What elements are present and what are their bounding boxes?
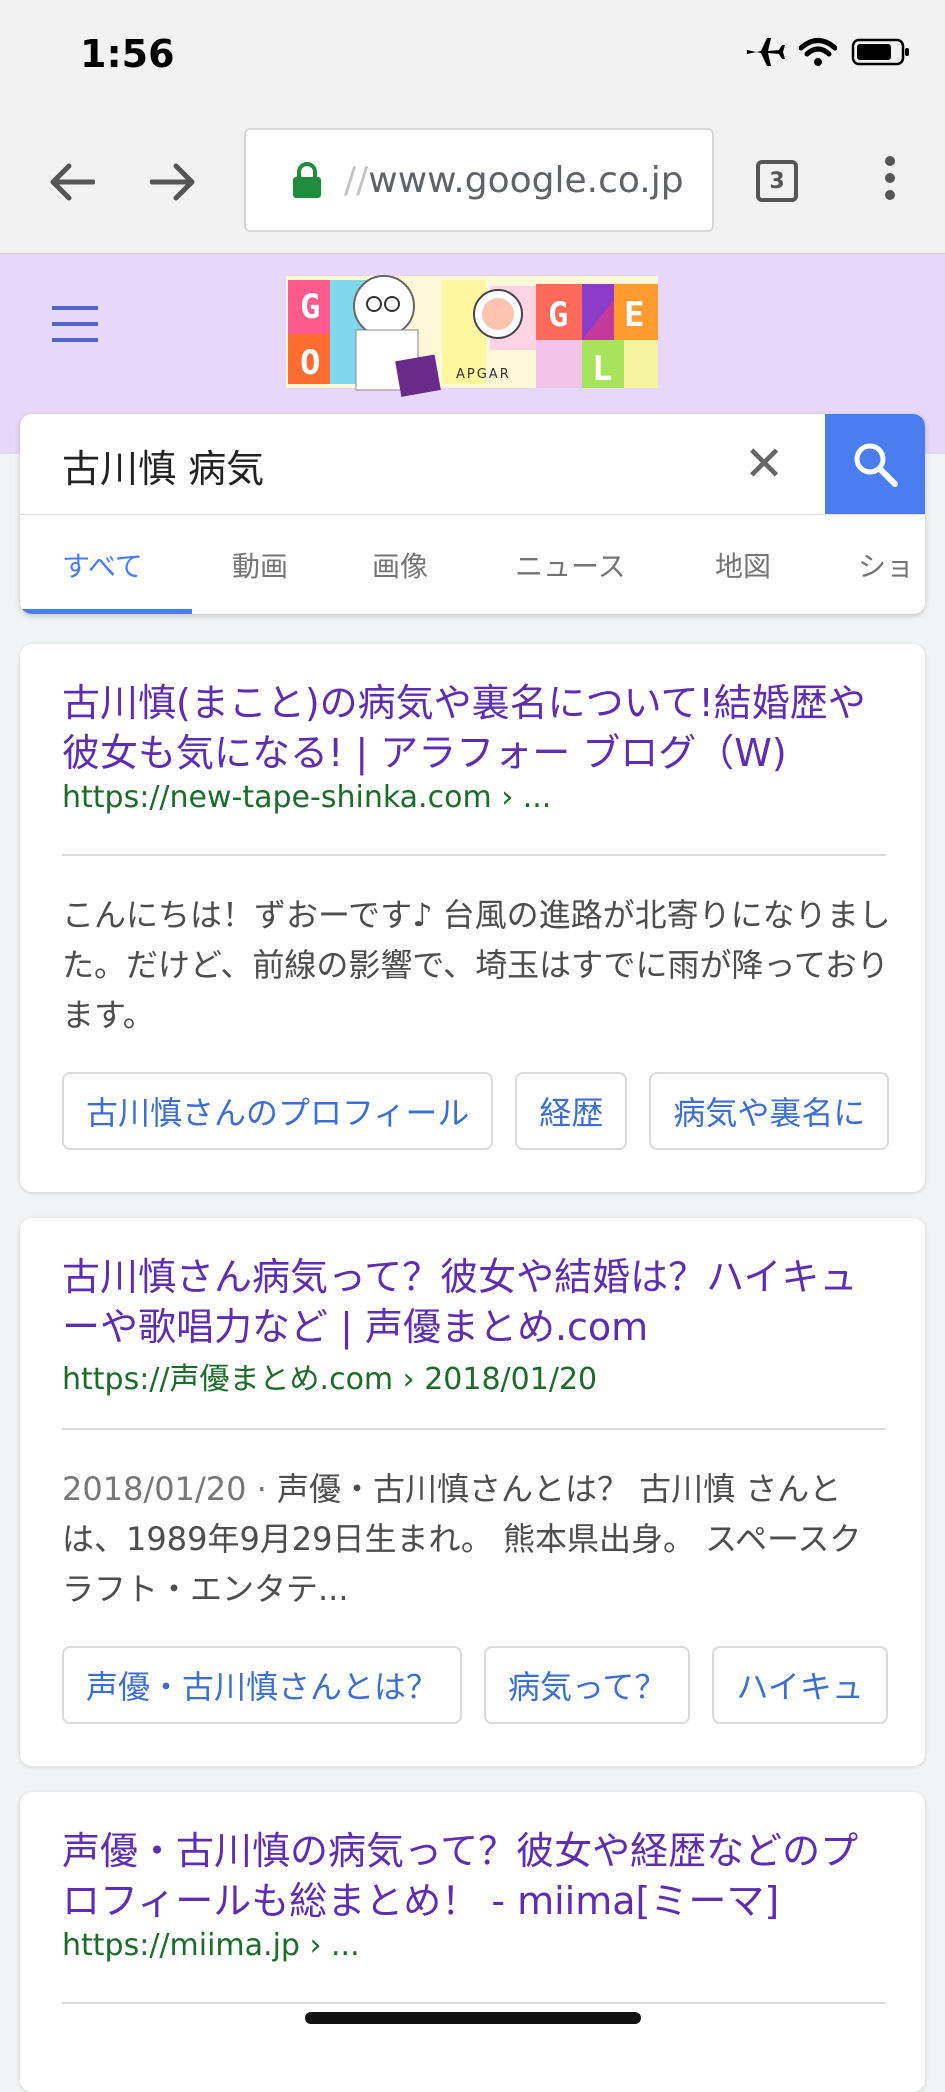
search-tabs: すべて 動画 画像 ニュース 地図 ショ	[20, 515, 925, 614]
url-text: //www.google.co.jp	[344, 159, 684, 201]
hamburger-menu-icon[interactable]	[52, 306, 98, 344]
tab-shopping[interactable]: ショ	[858, 545, 914, 585]
sitelink-chip[interactable]: 病気や裏名に	[649, 1072, 890, 1150]
svg-text:O: O	[300, 343, 320, 383]
browser-toolbar: //www.google.co.jp 3	[0, 110, 945, 254]
sitelink-chip[interactable]: 病気って？	[484, 1646, 691, 1724]
forward-button[interactable]	[145, 154, 201, 210]
arrow-right-icon	[150, 163, 195, 201]
home-indicator[interactable]	[305, 2012, 641, 2024]
tab-switcher-button[interactable]: 3	[756, 160, 798, 202]
search-result: 古川慎(まこと)の病気や裏名について!結婚歴や彼女も気になる! | アラフォー …	[20, 644, 925, 1192]
search-icon	[854, 443, 898, 487]
result-divider	[62, 1428, 886, 1430]
svg-text:APGAR: APGAR	[456, 367, 511, 382]
search-card: 古川慎 病気 ✕ すべて 動画 画像 ニュース 地図 ショ	[20, 414, 925, 614]
result-url[interactable]: https://声優まとめ.com › 2018/01/20	[62, 1354, 597, 1398]
wifi-icon	[799, 38, 837, 66]
tab-news[interactable]: ニュース	[515, 545, 626, 585]
clear-search-button[interactable]: ✕	[744, 436, 784, 492]
tab-videos[interactable]: 動画	[232, 545, 288, 585]
battery-icon	[851, 38, 909, 66]
result-title-link[interactable]: 古川慎さん病気って？彼女や結婚は？ハイキューや歌唱力など | 声優まとめ.com	[62, 1252, 892, 1352]
result-url[interactable]: https://miima.jp › ...	[62, 1928, 360, 1963]
status-time: 1:56	[80, 32, 175, 76]
sitelink-chip[interactable]: 古川慎さんのプロフィール	[62, 1072, 494, 1150]
svg-text:G: G	[300, 287, 320, 327]
lock-icon	[293, 162, 321, 198]
back-button[interactable]	[44, 154, 100, 210]
airplane-icon	[747, 38, 785, 66]
result-date: 2018/01/20 ·	[62, 1470, 277, 1508]
google-doodle[interactable]: G O G E L APGAR	[286, 266, 658, 402]
svg-text:L: L	[592, 349, 612, 389]
search-input[interactable]: 古川慎 病気	[62, 438, 264, 493]
search-result: 声優・古川慎の病気って？彼女や経歴などのプロフィールも総まとめ！ - miima…	[20, 1792, 925, 2092]
tab-all[interactable]: すべて	[62, 545, 143, 585]
active-tab-indicator	[20, 609, 192, 614]
result-sitelinks: 古川慎さんのプロフィール 経歴 病気や裏名に	[62, 1072, 890, 1150]
sitelink-chip[interactable]: 声優・古川慎さんとは？	[62, 1646, 463, 1724]
result-title-link[interactable]: 古川慎(まこと)の病気や裏名について!結婚歴や彼女も気になる! | アラフォー …	[62, 678, 892, 778]
status-icons	[745, 36, 911, 68]
more-menu-button[interactable]	[872, 156, 908, 208]
tab-images[interactable]: 画像	[372, 545, 428, 585]
result-snippet: こんにちは！ずおーです♪ 台風の進路が北寄りになりました。だけど、前線の影響で、…	[62, 896, 891, 1034]
search-button[interactable]	[825, 414, 925, 514]
result-title-link[interactable]: 声優・古川慎の病気って？彼女や経歴などのプロフィールも総まとめ！ - miima…	[62, 1826, 892, 1926]
search-result: 古川慎さん病気って？彼女や結婚は？ハイキューや歌唱力など | 声優まとめ.com…	[20, 1218, 925, 1766]
address-bar[interactable]: //www.google.co.jp	[244, 128, 714, 232]
result-url[interactable]: https://new-tape-shinka.com › ...	[62, 780, 551, 815]
result-divider	[62, 2002, 886, 2004]
sitelink-chip[interactable]: ハイキュ	[712, 1646, 888, 1724]
status-bar: 1:56	[0, 0, 945, 110]
svg-text:G: G	[548, 295, 568, 335]
arrow-left-icon	[50, 163, 95, 201]
tab-maps[interactable]: 地図	[715, 545, 771, 585]
result-sitelinks: 声優・古川慎さんとは？ 病気って？ ハイキュ	[62, 1646, 888, 1724]
sitelink-chip[interactable]: 経歴	[515, 1072, 628, 1150]
result-snippet: 2018/01/20 · 声優・古川慎さんとは？ 古川慎 さんとは、1989年9…	[62, 1470, 862, 1608]
result-divider	[62, 854, 886, 856]
svg-text:E: E	[624, 295, 644, 335]
